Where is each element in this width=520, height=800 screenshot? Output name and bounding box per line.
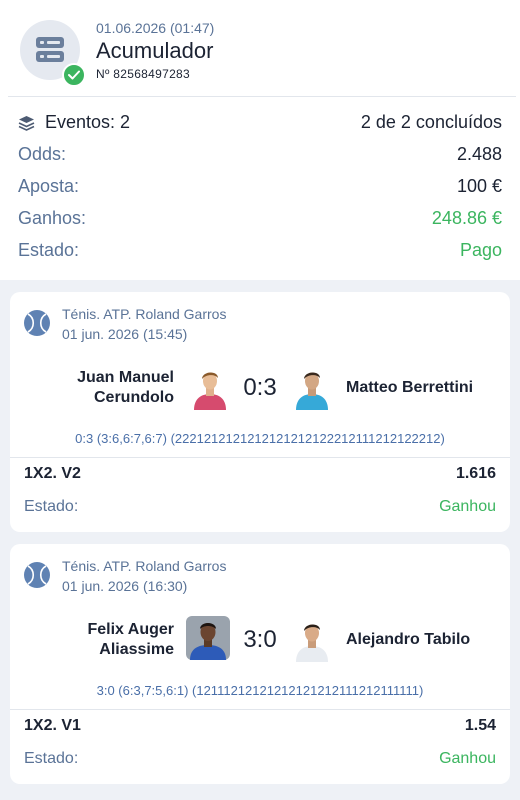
- tennis-ball-icon: [24, 310, 50, 336]
- events-label: Eventos: 2: [45, 112, 131, 132]
- event-status-value: Ganhou: [439, 750, 496, 767]
- match-score: 0:3: [243, 374, 277, 401]
- bet-odd: 1.616: [455, 465, 496, 482]
- player-home-first-line: Juan Manuel: [77, 369, 174, 386]
- stake-value: 100 €: [456, 176, 502, 196]
- divider: [10, 457, 510, 458]
- odds-value: 2.488: [456, 144, 502, 164]
- event-status-label: Estado:: [24, 498, 79, 515]
- events-completed: 2 de 2 concluídos: [360, 112, 502, 132]
- layers-icon: [18, 116, 35, 131]
- player-home-name: Felix Auger Aliassime: [87, 620, 174, 660]
- check-icon: [62, 63, 86, 87]
- ticket-summary-panel: 01.06.2026 (01:47) Acumulador Nº 8256849…: [0, 0, 520, 280]
- stake-label: Aposta:: [18, 176, 80, 196]
- player-photo: [186, 616, 230, 660]
- player-photo: [296, 372, 328, 410]
- divider: [8, 96, 516, 97]
- player-home-second-line: Cerundolo: [94, 389, 174, 406]
- event-card[interactable]: Ténis. ATP. Roland Garros 01 jun. 2026 (…: [10, 544, 510, 784]
- winnings-value: 248.86 €: [431, 208, 502, 228]
- stake-row: Aposta: 100 €: [18, 176, 502, 202]
- event-date: 01 jun. 2026 (16:30): [62, 578, 188, 594]
- tournament-name: Ténis. ATP. Roland Garros: [62, 558, 227, 574]
- status-row: Estado: Pago: [18, 240, 502, 266]
- match-score: 3:0: [243, 626, 277, 653]
- tournament-name: Ténis. ATP. Roland Garros: [62, 306, 227, 322]
- tennis-ball-icon: [24, 562, 50, 588]
- odds-row: Odds: 2.488: [18, 144, 502, 170]
- bet-market: 1X2. V2: [24, 465, 81, 482]
- player-home-first-line: Felix Auger: [87, 621, 174, 638]
- ticket-number: Nº 82568497283: [96, 67, 190, 81]
- player-away-name: Alejandro Tabilo: [346, 631, 471, 648]
- player-home-second-line: Aliassime: [99, 641, 174, 658]
- player-away-name: Matteo Berrettini: [346, 379, 474, 396]
- odds-label: Odds:: [18, 144, 67, 164]
- event-status-label: Estado:: [24, 750, 79, 767]
- player-photo: [296, 624, 328, 662]
- bet-market: 1X2. V1: [24, 717, 81, 734]
- ticket-date: 01.06.2026 (01:47): [96, 20, 215, 36]
- match-detail-score: 0:3 (3:6,6:7,6:7) (222121212121212121212…: [75, 431, 445, 446]
- winnings-row: Ganhos: 248.86 €: [18, 208, 502, 234]
- status-value: Pago: [459, 240, 502, 260]
- match-detail-score: 3:0 (6:3,7:5,6:1) (121112121212121212121…: [96, 683, 424, 698]
- events-row: Eventos: 2 2 de 2 concluídos: [18, 112, 502, 138]
- event-card[interactable]: Ténis. ATP. Roland Garros 01 jun. 2026 (…: [10, 292, 510, 532]
- player-photo: [194, 372, 226, 410]
- event-status-value: Ganhou: [439, 498, 496, 515]
- divider: [10, 709, 510, 710]
- player-home-name: Juan Manuel Cerundolo: [77, 368, 174, 408]
- event-date: 01 jun. 2026 (15:45): [62, 326, 188, 342]
- winnings-label: Ganhos:: [18, 208, 87, 228]
- bet-odd: 1.54: [464, 717, 496, 734]
- ticket-type-title: Acumulador: [96, 38, 214, 63]
- status-label: Estado:: [18, 240, 80, 260]
